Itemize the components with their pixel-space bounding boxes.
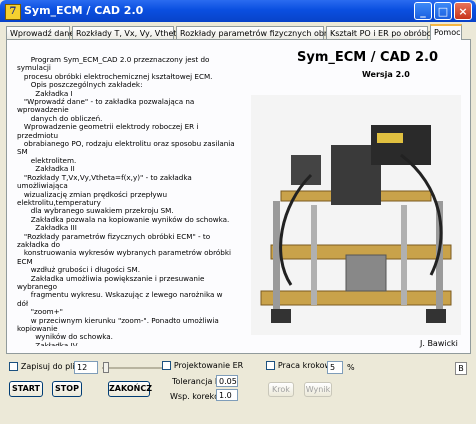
step-work-checkbox[interactable] xyxy=(266,361,275,370)
help-text: Program Sym_ECM_CAD 2.0 przeznaczony jes… xyxy=(17,56,235,346)
finish-button[interactable]: ZAKOŃCZ xyxy=(108,381,152,397)
help-panel: Program Sym_ECM_CAD 2.0 przeznaczony jes… xyxy=(6,39,471,354)
machine-photo xyxy=(251,95,461,335)
save-to-file-checkbox[interactable] xyxy=(9,362,18,371)
b-indicator: B xyxy=(455,362,467,375)
tab-wprowadz-dane[interactable]: Wprowadź dane xyxy=(6,26,74,39)
tab-ksztalt-po[interactable]: Kształt PO i ER po obróbce ECM xyxy=(326,26,456,39)
result-button[interactable]: Wynik xyxy=(304,382,332,397)
author-label: J. Bawicki xyxy=(420,339,458,348)
maximize-icon: □ xyxy=(437,5,449,18)
step-button[interactable]: Krok xyxy=(268,382,294,397)
maximize-button[interactable]: □ xyxy=(434,2,452,20)
app-name: Sym_ECM / CAD 2.0 xyxy=(297,50,438,65)
app-window: 7 Sym_ECM / CAD 2.0 _ □ × Wprowadź dane … xyxy=(0,0,476,424)
save-to-file-control[interactable]: Zapisuj do pliku xyxy=(9,362,84,372)
er-design-checkbox[interactable] xyxy=(162,361,171,370)
tab-rozklady-t[interactable]: Rozkłady T, Vx, Vy, Vtheta=f(x,y) xyxy=(72,26,209,39)
er-tolerance-input[interactable]: 0.05 xyxy=(216,375,238,387)
minimize-button[interactable]: _ xyxy=(414,2,432,20)
file-number-input[interactable]: 12 xyxy=(74,361,98,374)
file-slider[interactable] xyxy=(102,362,162,374)
window-title: Sym_ECM / CAD 2.0 xyxy=(24,4,144,17)
er-design-control[interactable]: Projektowanie ER xyxy=(162,361,243,371)
minimize-icon: _ xyxy=(420,5,426,18)
er-design-label: Projektowanie ER xyxy=(173,361,244,370)
tab-pomoc[interactable]: Pomoc xyxy=(430,24,462,40)
correction-coef-input[interactable]: 1.0 xyxy=(216,389,238,401)
percent-label: % xyxy=(347,363,355,372)
close-button[interactable]: × xyxy=(454,2,472,20)
stop-button[interactable]: STOP xyxy=(52,381,82,397)
step-value-input[interactable]: 5 xyxy=(327,361,343,374)
title-bar[interactable]: 7 Sym_ECM / CAD 2.0 _ □ × xyxy=(0,0,476,22)
close-icon: × xyxy=(458,5,468,18)
start-button[interactable]: START xyxy=(9,381,43,397)
tab-rozklady-parametrow[interactable]: Rozkłady parametrów fizycznych obróbki E… xyxy=(176,26,364,39)
app-icon: 7 xyxy=(5,4,21,20)
step-work-control[interactable]: Praca krokowa xyxy=(266,361,336,371)
version-label: Wersja 2.0 xyxy=(362,70,410,79)
